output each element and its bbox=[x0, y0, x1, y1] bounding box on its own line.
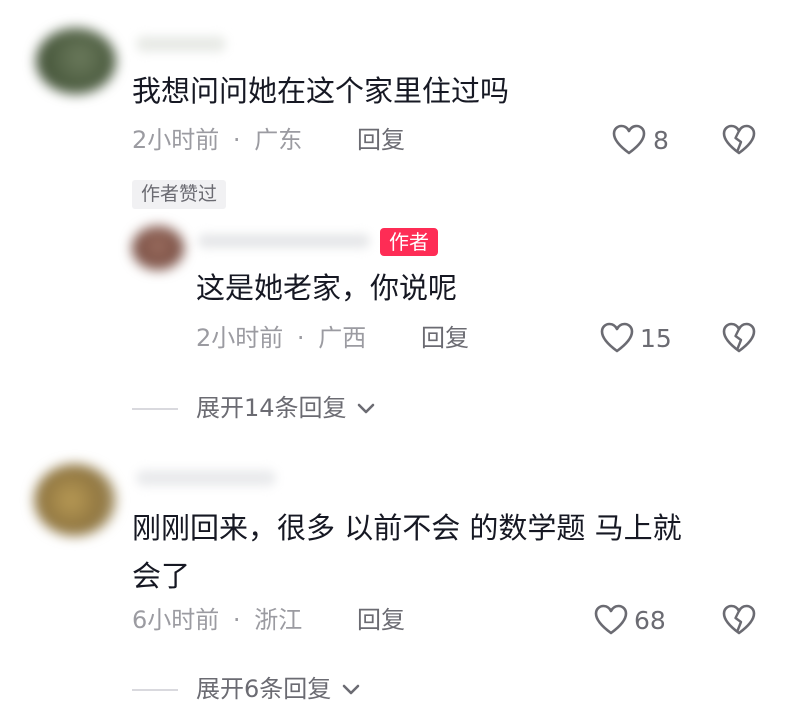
like-count: 15 bbox=[640, 324, 672, 353]
reply-username[interactable] bbox=[198, 234, 370, 248]
expand-replies-label: 展开14条回复 bbox=[196, 394, 347, 422]
meta-separator: · bbox=[232, 606, 241, 634]
divider bbox=[132, 689, 178, 691]
reply-meta: 2小时前 · 广西 bbox=[196, 323, 366, 353]
author-liked-badge: 作者赞过 bbox=[132, 180, 227, 209]
heart-icon[interactable] bbox=[594, 604, 628, 636]
like-count: 8 bbox=[653, 126, 669, 155]
broken-heart-icon[interactable] bbox=[722, 322, 756, 354]
reply-time: 2小时前 bbox=[196, 324, 284, 352]
comment-location: 浙江 bbox=[254, 606, 303, 634]
avatar[interactable] bbox=[34, 464, 116, 536]
expand-replies-label: 展开6条回复 bbox=[196, 675, 332, 703]
meta-separator: · bbox=[296, 324, 305, 352]
comment-meta: 2小时前 · 广东 bbox=[132, 125, 302, 155]
reply-location: 广西 bbox=[318, 324, 367, 352]
reply-button[interactable]: 回复 bbox=[421, 323, 469, 353]
username[interactable] bbox=[136, 36, 226, 52]
comment-text-line: 刚刚回来，很多 以前不会 的数学题 马上就 bbox=[132, 511, 682, 545]
comment-text: 刚刚回来，很多 以前不会 的数学题 马上就 会了 bbox=[132, 508, 682, 596]
heart-icon[interactable] bbox=[600, 322, 634, 354]
broken-heart-icon[interactable] bbox=[722, 604, 756, 636]
comment-text-line: 会了 bbox=[132, 559, 191, 593]
comment-location: 广东 bbox=[254, 126, 303, 154]
expand-replies-button[interactable]: 展开14条回复 bbox=[196, 393, 376, 423]
reply-button[interactable]: 回复 bbox=[357, 605, 405, 635]
heart-icon[interactable] bbox=[612, 124, 646, 156]
comment-time: 6小时前 bbox=[132, 606, 220, 634]
avatar[interactable] bbox=[36, 28, 116, 94]
username[interactable] bbox=[136, 470, 276, 486]
reply-button[interactable]: 回复 bbox=[357, 125, 405, 155]
chevron-down-icon bbox=[341, 683, 361, 697]
reply-text: 这是她老家，你说呢 bbox=[196, 271, 458, 305]
like-count: 68 bbox=[634, 606, 666, 635]
reply-avatar[interactable] bbox=[132, 226, 184, 270]
comment-meta: 6小时前 · 浙江 bbox=[132, 605, 302, 635]
broken-heart-icon[interactable] bbox=[722, 124, 756, 156]
comment-text: 我想问问她在这个家里住过吗 bbox=[132, 74, 510, 108]
expand-replies-button[interactable]: 展开6条回复 bbox=[196, 674, 361, 704]
chevron-down-icon bbox=[356, 402, 376, 416]
divider bbox=[132, 408, 178, 410]
meta-separator: · bbox=[232, 126, 241, 154]
author-tag: 作者 bbox=[380, 228, 438, 256]
comment-time: 2小时前 bbox=[132, 126, 220, 154]
